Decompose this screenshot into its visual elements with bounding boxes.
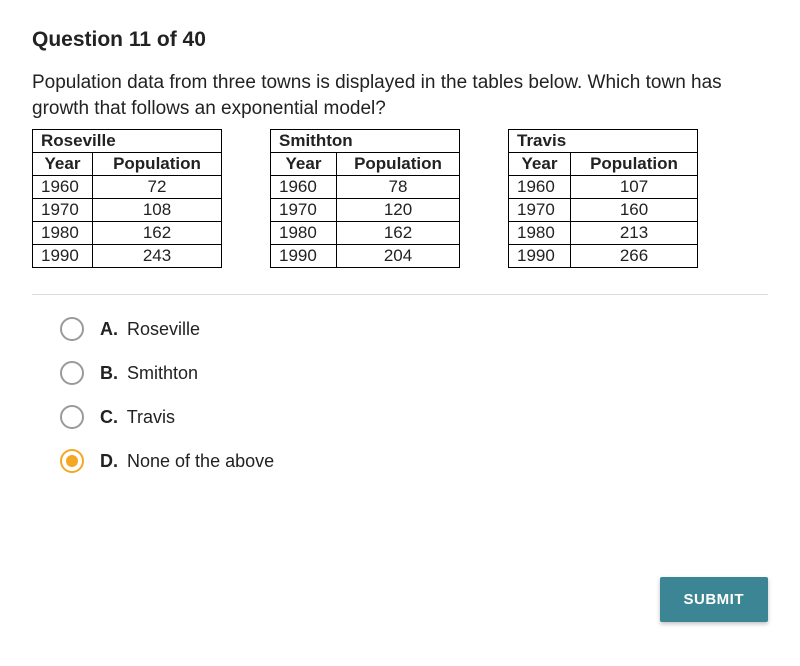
option-text: Travis [127, 407, 175, 427]
column-header-year: Year [509, 153, 571, 176]
table-row: 1980162 [271, 222, 460, 245]
option-letter: A. [100, 319, 118, 339]
year-cell: 1990 [509, 245, 571, 268]
table-row: 1960107 [509, 176, 698, 199]
column-header-year: Year [33, 153, 93, 176]
year-cell: 1980 [33, 222, 93, 245]
table-row: 1970120 [271, 199, 460, 222]
table-travis: Travis Year Population 1960107 1970160 1… [508, 129, 698, 268]
population-cell: 78 [337, 176, 460, 199]
option-label: B. Smithton [100, 363, 198, 384]
year-cell: 1980 [509, 222, 571, 245]
divider [32, 294, 768, 295]
question-prompt: Population data from three towns is disp… [32, 70, 768, 121]
table-row: 1980162 [33, 222, 222, 245]
table-row: 1970108 [33, 199, 222, 222]
option-label: C. Travis [100, 407, 175, 428]
radio-icon [60, 405, 84, 429]
year-cell: 1960 [509, 176, 571, 199]
year-cell: 1960 [33, 176, 93, 199]
table-row: 196078 [271, 176, 460, 199]
population-cell: 108 [93, 199, 222, 222]
option-text: Smithton [127, 363, 198, 383]
table-row: 1990266 [509, 245, 698, 268]
column-header-population: Population [571, 153, 698, 176]
table-row: 1990243 [33, 245, 222, 268]
table-row: 196072 [33, 176, 222, 199]
question-title: Question 11 of 40 [32, 28, 768, 52]
option-c[interactable]: C. Travis [60, 405, 768, 429]
year-cell: 1980 [271, 222, 337, 245]
tables-row: Roseville Year Population 196072 1970108… [32, 129, 768, 268]
column-header-population: Population [337, 153, 460, 176]
option-text: Roseville [127, 319, 200, 339]
table-roseville: Roseville Year Population 196072 1970108… [32, 129, 222, 268]
option-label: D. None of the above [100, 451, 274, 472]
option-letter: D. [100, 451, 118, 471]
table-smithton: Smithton Year Population 196078 1970120 … [270, 129, 460, 268]
table-row: 1990204 [271, 245, 460, 268]
population-cell: 160 [571, 199, 698, 222]
option-letter: B. [100, 363, 118, 383]
population-cell: 120 [337, 199, 460, 222]
population-cell: 162 [337, 222, 460, 245]
radio-icon [60, 317, 84, 341]
town-name: Smithton [271, 130, 460, 153]
town-name: Roseville [33, 130, 222, 153]
population-cell: 243 [93, 245, 222, 268]
submit-button[interactable]: SUBMIT [660, 577, 769, 622]
year-cell: 1960 [271, 176, 337, 199]
option-text: None of the above [127, 451, 274, 471]
column-header-population: Population [93, 153, 222, 176]
option-a[interactable]: A. Roseville [60, 317, 768, 341]
table-row: 1980213 [509, 222, 698, 245]
option-d[interactable]: D. None of the above [60, 449, 768, 473]
population-cell: 266 [571, 245, 698, 268]
column-header-year: Year [271, 153, 337, 176]
option-label: A. Roseville [100, 319, 200, 340]
year-cell: 1970 [271, 199, 337, 222]
year-cell: 1990 [33, 245, 93, 268]
option-b[interactable]: B. Smithton [60, 361, 768, 385]
radio-icon [60, 449, 84, 473]
population-cell: 162 [93, 222, 222, 245]
option-letter: C. [100, 407, 118, 427]
population-cell: 107 [571, 176, 698, 199]
population-cell: 72 [93, 176, 222, 199]
population-cell: 213 [571, 222, 698, 245]
answer-options: A. Roseville B. Smithton C. Travis D. No… [32, 317, 768, 473]
table-row: 1970160 [509, 199, 698, 222]
year-cell: 1970 [33, 199, 93, 222]
year-cell: 1990 [271, 245, 337, 268]
year-cell: 1970 [509, 199, 571, 222]
radio-icon [60, 361, 84, 385]
population-cell: 204 [337, 245, 460, 268]
town-name: Travis [509, 130, 698, 153]
